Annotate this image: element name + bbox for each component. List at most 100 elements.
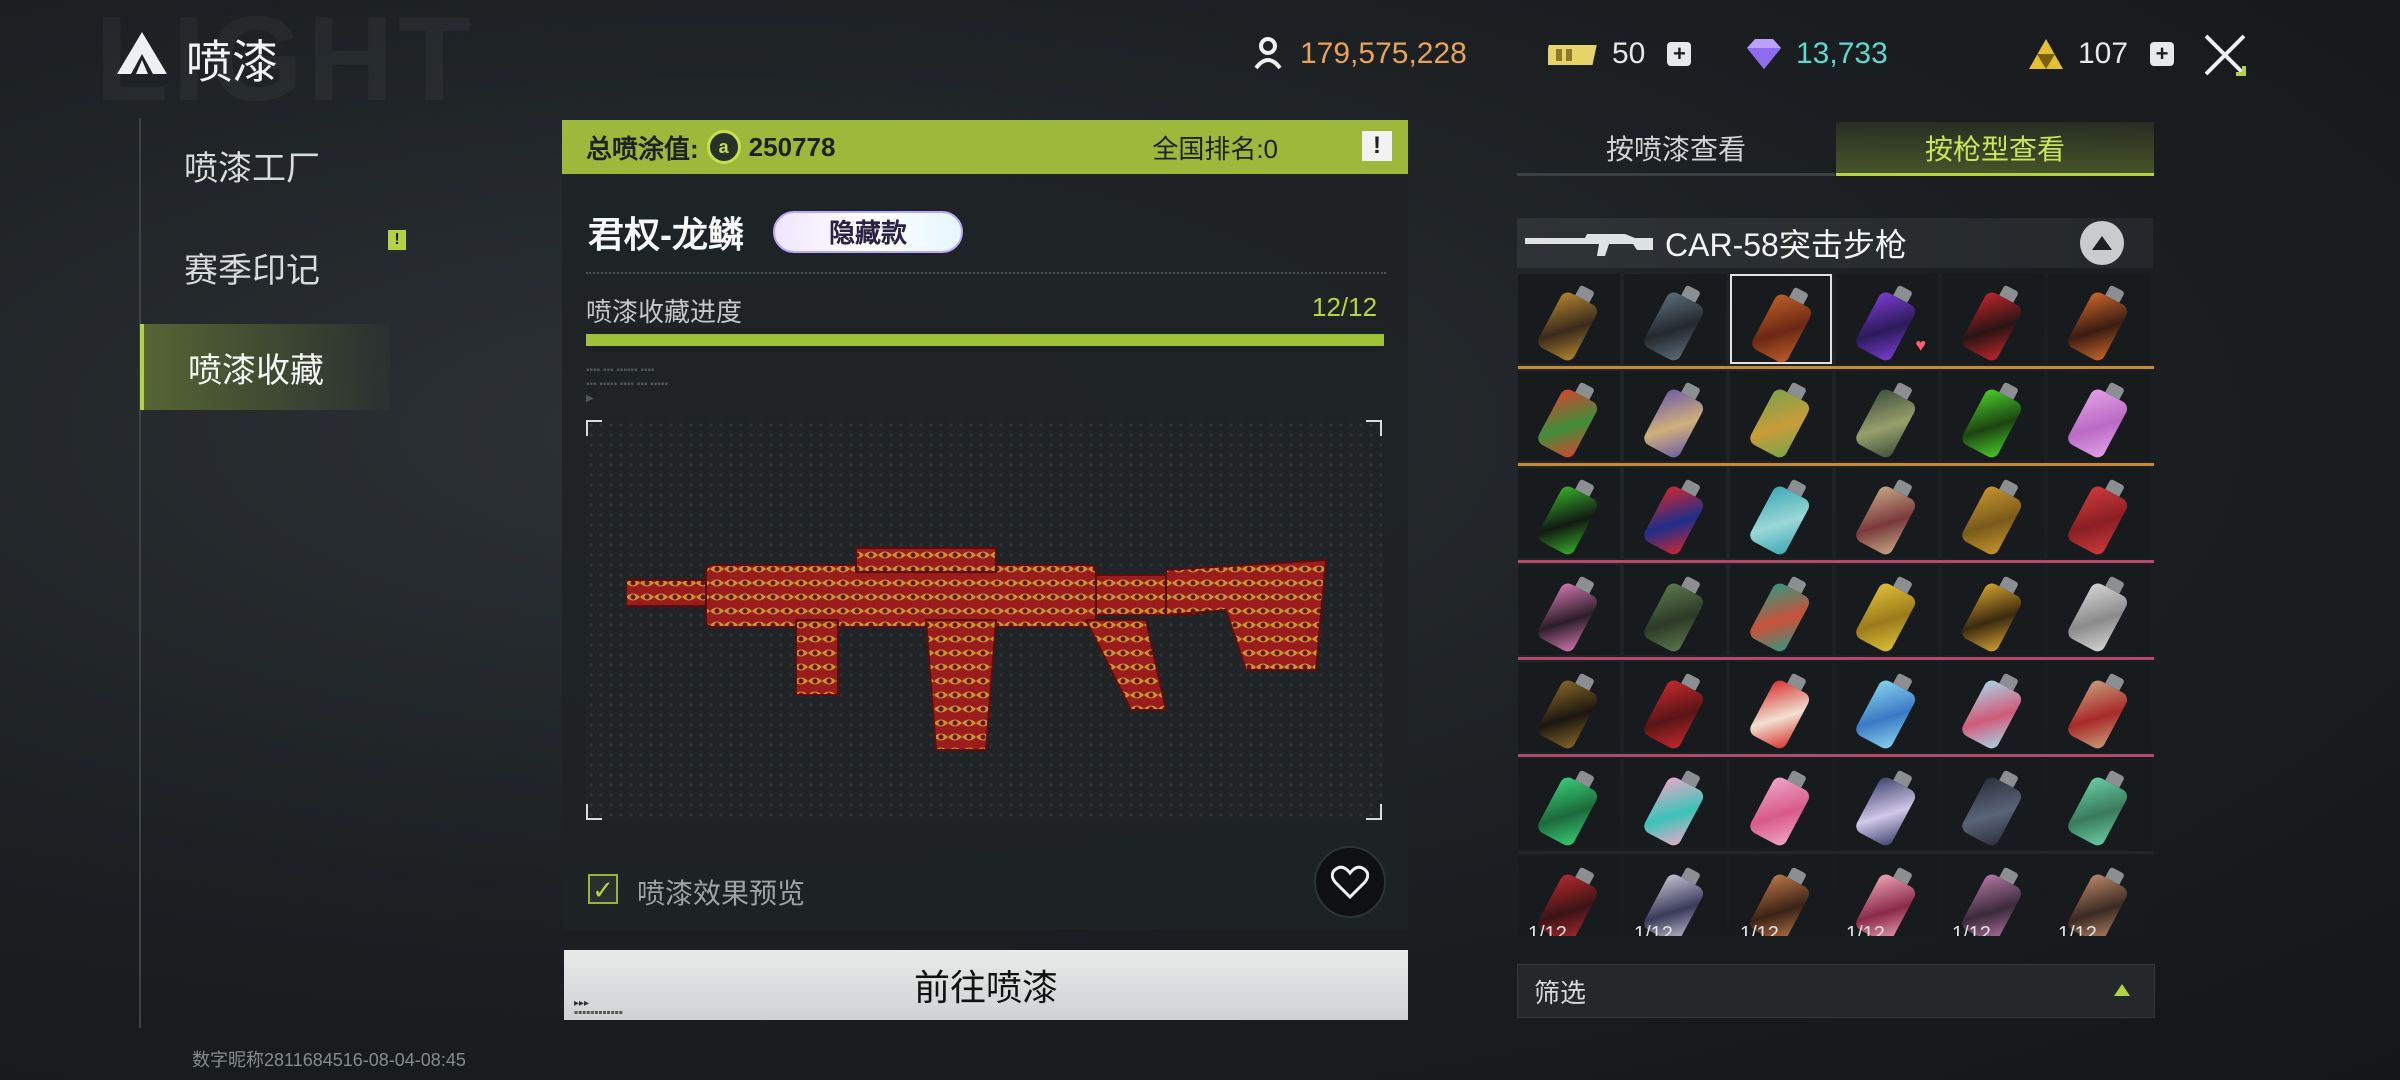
spray-can-icon	[1959, 376, 2030, 462]
spray-can-cell[interactable]	[1518, 759, 1620, 849]
svg-text:▪▪▪▪▪▪▪▪▪▪▪▪: ▪▪▪▪▪▪▪▪▪▪▪▪	[574, 1009, 623, 1014]
national-rank: 全国排名:0	[1152, 133, 1278, 164]
spray-can-cell[interactable]	[1942, 371, 2044, 461]
spray-can-cell[interactable]	[2048, 468, 2150, 558]
goto-spray-button[interactable]: 前往喷漆 ▸▸▸ ▪▪▪▪▪▪▪▪▪▪▪▪	[564, 950, 1408, 1020]
rifle-icon	[1525, 234, 1653, 256]
favorite-button[interactable]	[1314, 846, 1386, 918]
decorative-text: ▪▪▪▪ ▪▪▪ ▪▪▪▪▪▪ ▪▪▪▪ ▪▪▪ ▪▪▪▪▪ ▪▪▪▪ ▪▪▪ ▪…	[586, 365, 669, 404]
spray-can-icon	[1853, 473, 1924, 559]
spray-can-cell[interactable]	[1518, 371, 1620, 461]
spray-can-cell[interactable]	[1836, 468, 1938, 558]
spray-can-cell[interactable]	[1624, 468, 1726, 558]
corner-mark	[586, 420, 602, 436]
filter-label: 筛选	[1534, 977, 1587, 1008]
corner-mark	[1366, 420, 1382, 436]
spray-can-icon	[1641, 667, 1712, 753]
score-bar: 总喷涂值: a 250778 全国排名:0	[562, 120, 1408, 174]
spray-can-icon	[1959, 764, 2030, 850]
spray-can-cell[interactable]: 1/12	[1836, 856, 1938, 936]
spray-can-cell[interactable]	[1730, 759, 1832, 849]
spray-can-cell[interactable]	[1518, 565, 1620, 655]
spray-can-icon	[1853, 667, 1924, 753]
spray-can-cell[interactable]	[2048, 759, 2150, 849]
currency-ticket-value: 50	[1612, 37, 1646, 70]
hidden-rarity-tag: 隐藏款	[773, 211, 963, 253]
spray-can-cell[interactable]	[1730, 274, 1832, 366]
spray-can-cell[interactable]	[1730, 371, 1832, 461]
nav-item-label: 赛季印记	[184, 251, 320, 290]
spray-can-cell[interactable]	[1624, 759, 1726, 849]
spray-can-cell[interactable]	[1942, 274, 2044, 364]
spray-can-cell[interactable]	[1942, 565, 2044, 655]
tab-by-spray[interactable]: 按喷漆查看	[1517, 122, 1835, 176]
progress-bar	[586, 334, 1384, 346]
filter-arrow-icon	[2114, 984, 2130, 996]
spray-can-icon	[2065, 376, 2136, 462]
currency-gold-value: 107	[2078, 37, 2129, 70]
tab-by-weapon[interactable]: 按枪型查看	[1836, 122, 2154, 176]
spray-can-cell[interactable]	[1942, 759, 2044, 849]
add-gold-button[interactable]: +	[2150, 42, 2175, 66]
filter-dropdown[interactable]: 筛选	[1517, 964, 2155, 1018]
spray-can-icon	[1535, 570, 1606, 656]
spray-can-cell[interactable]	[1624, 565, 1726, 655]
spray-can-icon	[1959, 279, 2030, 365]
chevron-up-icon	[2092, 236, 2112, 250]
tab-label: 按喷漆查看	[1605, 133, 1746, 165]
spray-can-cell[interactable]	[2048, 274, 2150, 364]
spray-can-cell[interactable]	[1624, 274, 1726, 364]
spray-can-cell[interactable]	[1942, 468, 2044, 558]
spray-can-icon	[1959, 473, 2030, 559]
add-ticket-button[interactable]: +	[1667, 42, 1692, 66]
spray-can-icon	[1853, 279, 1924, 365]
divider	[586, 272, 1386, 274]
spray-can-cell[interactable]	[1730, 565, 1832, 655]
spray-can-cell[interactable]	[1518, 468, 1620, 558]
spray-can-cell[interactable]: 1/12	[1730, 856, 1832, 936]
spray-can-cell[interactable]: 1/12	[2048, 856, 2150, 936]
weapon-preview	[586, 420, 1382, 820]
spray-can-cell[interactable]	[1836, 565, 1938, 655]
close-icon[interactable]	[2200, 30, 2250, 80]
spray-can-cell[interactable]: 1/12	[1518, 856, 1620, 936]
spray-can-cell[interactable]	[1518, 274, 1620, 364]
spray-can-icon	[1853, 570, 1924, 656]
info-button[interactable]: !	[1362, 131, 1392, 161]
nav-item-season-mark[interactable]: 赛季印记	[140, 224, 390, 310]
spray-can-cell[interactable]: 1/12	[1624, 856, 1726, 936]
spray-can-cell[interactable]	[2048, 371, 2150, 461]
nav-item-spray-factory[interactable]: 喷漆工厂	[140, 122, 390, 208]
spray-can-cell[interactable]: ♥	[1836, 274, 1938, 364]
spray-can-cell[interactable]	[1836, 371, 1938, 461]
spray-can-cell[interactable]	[1730, 468, 1832, 558]
spray-can-cell[interactable]	[1624, 371, 1726, 461]
tab-label: 按枪型查看	[1924, 133, 2065, 165]
spray-can-cell[interactable]	[1624, 662, 1726, 752]
spray-can-icon	[1535, 764, 1606, 850]
spray-can-cell[interactable]	[2048, 565, 2150, 655]
total-spray-value: 250778	[748, 131, 836, 162]
weapon-group-header[interactable]: CAR-58突击步枪	[1517, 218, 2153, 268]
progress-fill	[586, 334, 1384, 346]
spray-can-cell[interactable]	[1942, 662, 2044, 752]
spray-can-icon	[1641, 570, 1712, 656]
spray-can-cell[interactable]	[1730, 662, 1832, 752]
spray-can-cell[interactable]	[1836, 759, 1938, 849]
spray-name: 君权-龙鳞	[588, 214, 744, 255]
spray-count-label: 1/12	[1952, 923, 1991, 936]
spray-can-cell[interactable]	[1518, 662, 1620, 752]
nav-item-spray-collection[interactable]: 喷漆收藏	[140, 324, 390, 410]
spray-can-cell[interactable]	[2048, 662, 2150, 752]
preview-effect-checkbox[interactable]: ✓	[588, 874, 618, 904]
collapse-button[interactable]	[2080, 221, 2124, 265]
currency-ticket: 50 +	[1548, 32, 1692, 76]
diamond-icon	[1744, 34, 1784, 74]
spray-can-icon	[1747, 473, 1818, 559]
progress-label: 喷漆收藏进度	[586, 297, 743, 327]
spray-count-label: 1/12	[2058, 923, 2097, 936]
currency-gold: 107 +	[2026, 32, 2175, 76]
spray-can-cell[interactable]	[1836, 662, 1938, 752]
spray-can-icon	[1641, 376, 1712, 462]
spray-can-cell[interactable]: 1/12	[1942, 856, 2044, 936]
